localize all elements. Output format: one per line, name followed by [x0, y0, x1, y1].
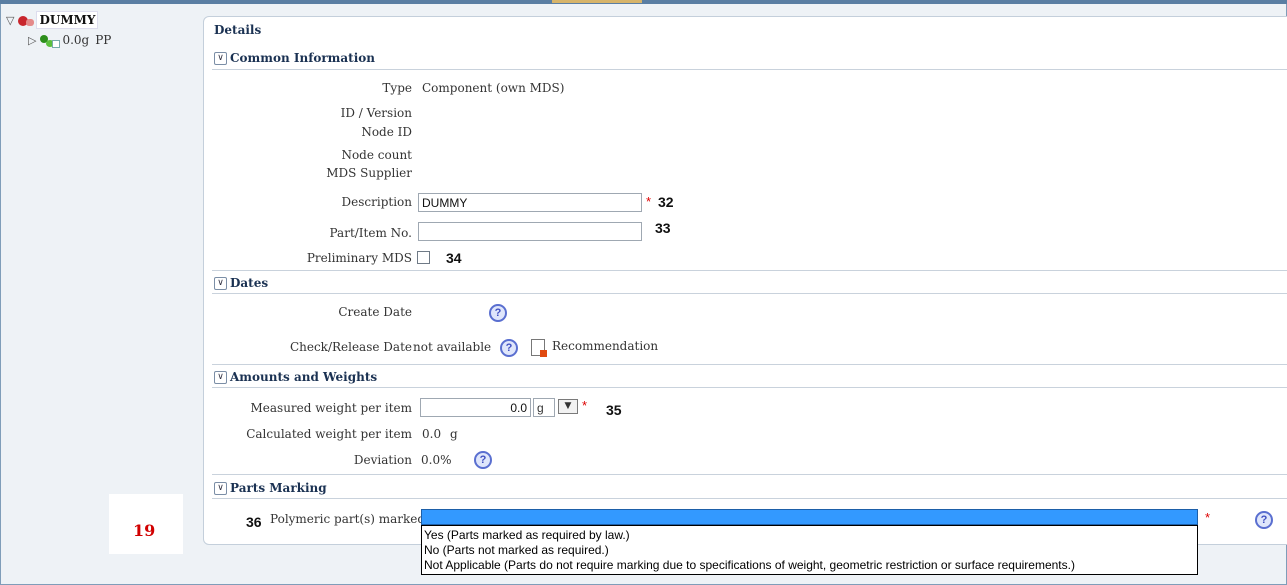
node-count-label: Node count	[341, 148, 412, 162]
tree-collapsed-icon[interactable]: ▷	[28, 34, 36, 47]
annotation-19: 19	[133, 521, 156, 540]
annotation-33: 33	[655, 220, 671, 236]
tree-node-child[interactable]: ▷ 0.0g PP	[28, 33, 112, 48]
weight-unit-select[interactable]: g	[533, 398, 555, 417]
measured-weight-input[interactable]	[420, 398, 531, 417]
help-icon[interactable]: ?	[1255, 511, 1273, 529]
mds-supplier-label: MDS Supplier	[326, 166, 412, 180]
section-dates-header: Dates	[230, 276, 269, 290]
calculated-weight-label: Calculated weight per item	[246, 427, 412, 441]
part-item-label: Part/Item No.	[329, 226, 412, 240]
component-node-icon	[18, 14, 35, 27]
required-marker: *	[1205, 510, 1211, 525]
annotation-32: 32	[658, 194, 674, 210]
polymeric-marked-options: Yes (Parts marked as required by law.) N…	[421, 525, 1198, 575]
preliminary-mds-checkbox[interactable]	[417, 251, 430, 264]
description-label: Description	[341, 195, 412, 209]
annotation-36: 36	[246, 514, 262, 530]
divider	[212, 293, 1287, 294]
details-panel: Details ∨ Common Information Type Compon…	[203, 16, 1287, 545]
node-id-label: Node ID	[361, 125, 412, 139]
top-bar	[0, 0, 1287, 4]
option-not-applicable[interactable]: Not Applicable (Parts do not require mar…	[424, 558, 1075, 572]
required-marker: *	[582, 398, 588, 413]
recommendation-link[interactable]: Recommendation	[552, 339, 658, 353]
calculated-weight-value: 0.0	[422, 427, 442, 441]
collapse-icon[interactable]: ∨	[214, 276, 227, 290]
collapse-icon[interactable]: ∨	[214, 481, 227, 495]
check-release-label: Check/Release Date	[289, 340, 412, 354]
type-label: Type	[382, 81, 412, 95]
section-amounts-header: Amounts and Weights	[230, 370, 378, 384]
part-item-input[interactable]	[418, 222, 642, 241]
tree-child-weight: 0.0g	[62, 33, 90, 47]
check-release-value: not available	[413, 340, 492, 354]
help-icon[interactable]: ?	[474, 451, 492, 469]
material-node-icon	[40, 34, 61, 48]
section-common-header: Common Information	[230, 51, 375, 65]
chevron-down-icon[interactable]: ▼	[558, 399, 578, 414]
component-tree: ▽ DUMMY ▷ 0.0g PP	[0, 6, 190, 576]
measured-weight-label: Measured weight per item	[250, 401, 413, 415]
option-yes[interactable]: Yes (Parts marked as required by law.)	[424, 528, 630, 542]
divider	[212, 387, 1287, 388]
divider	[212, 69, 1287, 70]
section-parts-marking-header: Parts Marking	[230, 481, 327, 495]
preliminary-mds-label: Preliminary MDS	[306, 251, 412, 265]
option-no[interactable]: No (Parts not marked as required.)	[424, 543, 609, 557]
section-dates[interactable]: ∨ Dates	[214, 274, 268, 292]
divider	[212, 498, 1287, 499]
divider	[212, 364, 1287, 365]
id-version-label: ID / Version	[340, 106, 412, 120]
description-input[interactable]	[418, 193, 642, 212]
collapse-icon[interactable]: ∨	[214, 370, 227, 384]
divider	[212, 270, 1287, 271]
section-amounts-weights[interactable]: ∨ Amounts and Weights	[214, 368, 377, 386]
tree-root-label[interactable]: DUMMY	[36, 11, 99, 29]
tree-child-label: PP	[95, 33, 112, 47]
section-parts-marking[interactable]: ∨ Parts Marking	[214, 479, 327, 497]
divider	[212, 474, 1287, 475]
details-title: Details	[214, 23, 262, 37]
help-icon[interactable]: ?	[489, 304, 507, 322]
create-date-label: Create Date	[338, 305, 412, 319]
tree-node-root[interactable]: ▽ DUMMY	[6, 11, 99, 29]
calculated-weight-unit: g	[450, 427, 458, 441]
annotation-34: 34	[446, 250, 462, 266]
required-marker: *	[646, 194, 652, 209]
recommendation-icon[interactable]	[531, 339, 547, 357]
polymeric-marked-label: Polymeric part(s) marked	[270, 512, 426, 526]
type-value: Component (own MDS)	[422, 81, 565, 95]
tree-expanded-icon[interactable]: ▽	[6, 14, 14, 27]
top-bar-highlight	[552, 0, 642, 3]
collapse-icon[interactable]: ∨	[214, 51, 227, 65]
deviation-label: Deviation	[353, 453, 412, 467]
deviation-value: 0.0%	[421, 453, 452, 467]
section-common-information[interactable]: ∨ Common Information	[214, 49, 375, 67]
polymeric-marked-select[interactable]	[421, 509, 1198, 525]
annotation-35: 35	[606, 402, 622, 418]
help-icon[interactable]: ?	[500, 339, 518, 357]
